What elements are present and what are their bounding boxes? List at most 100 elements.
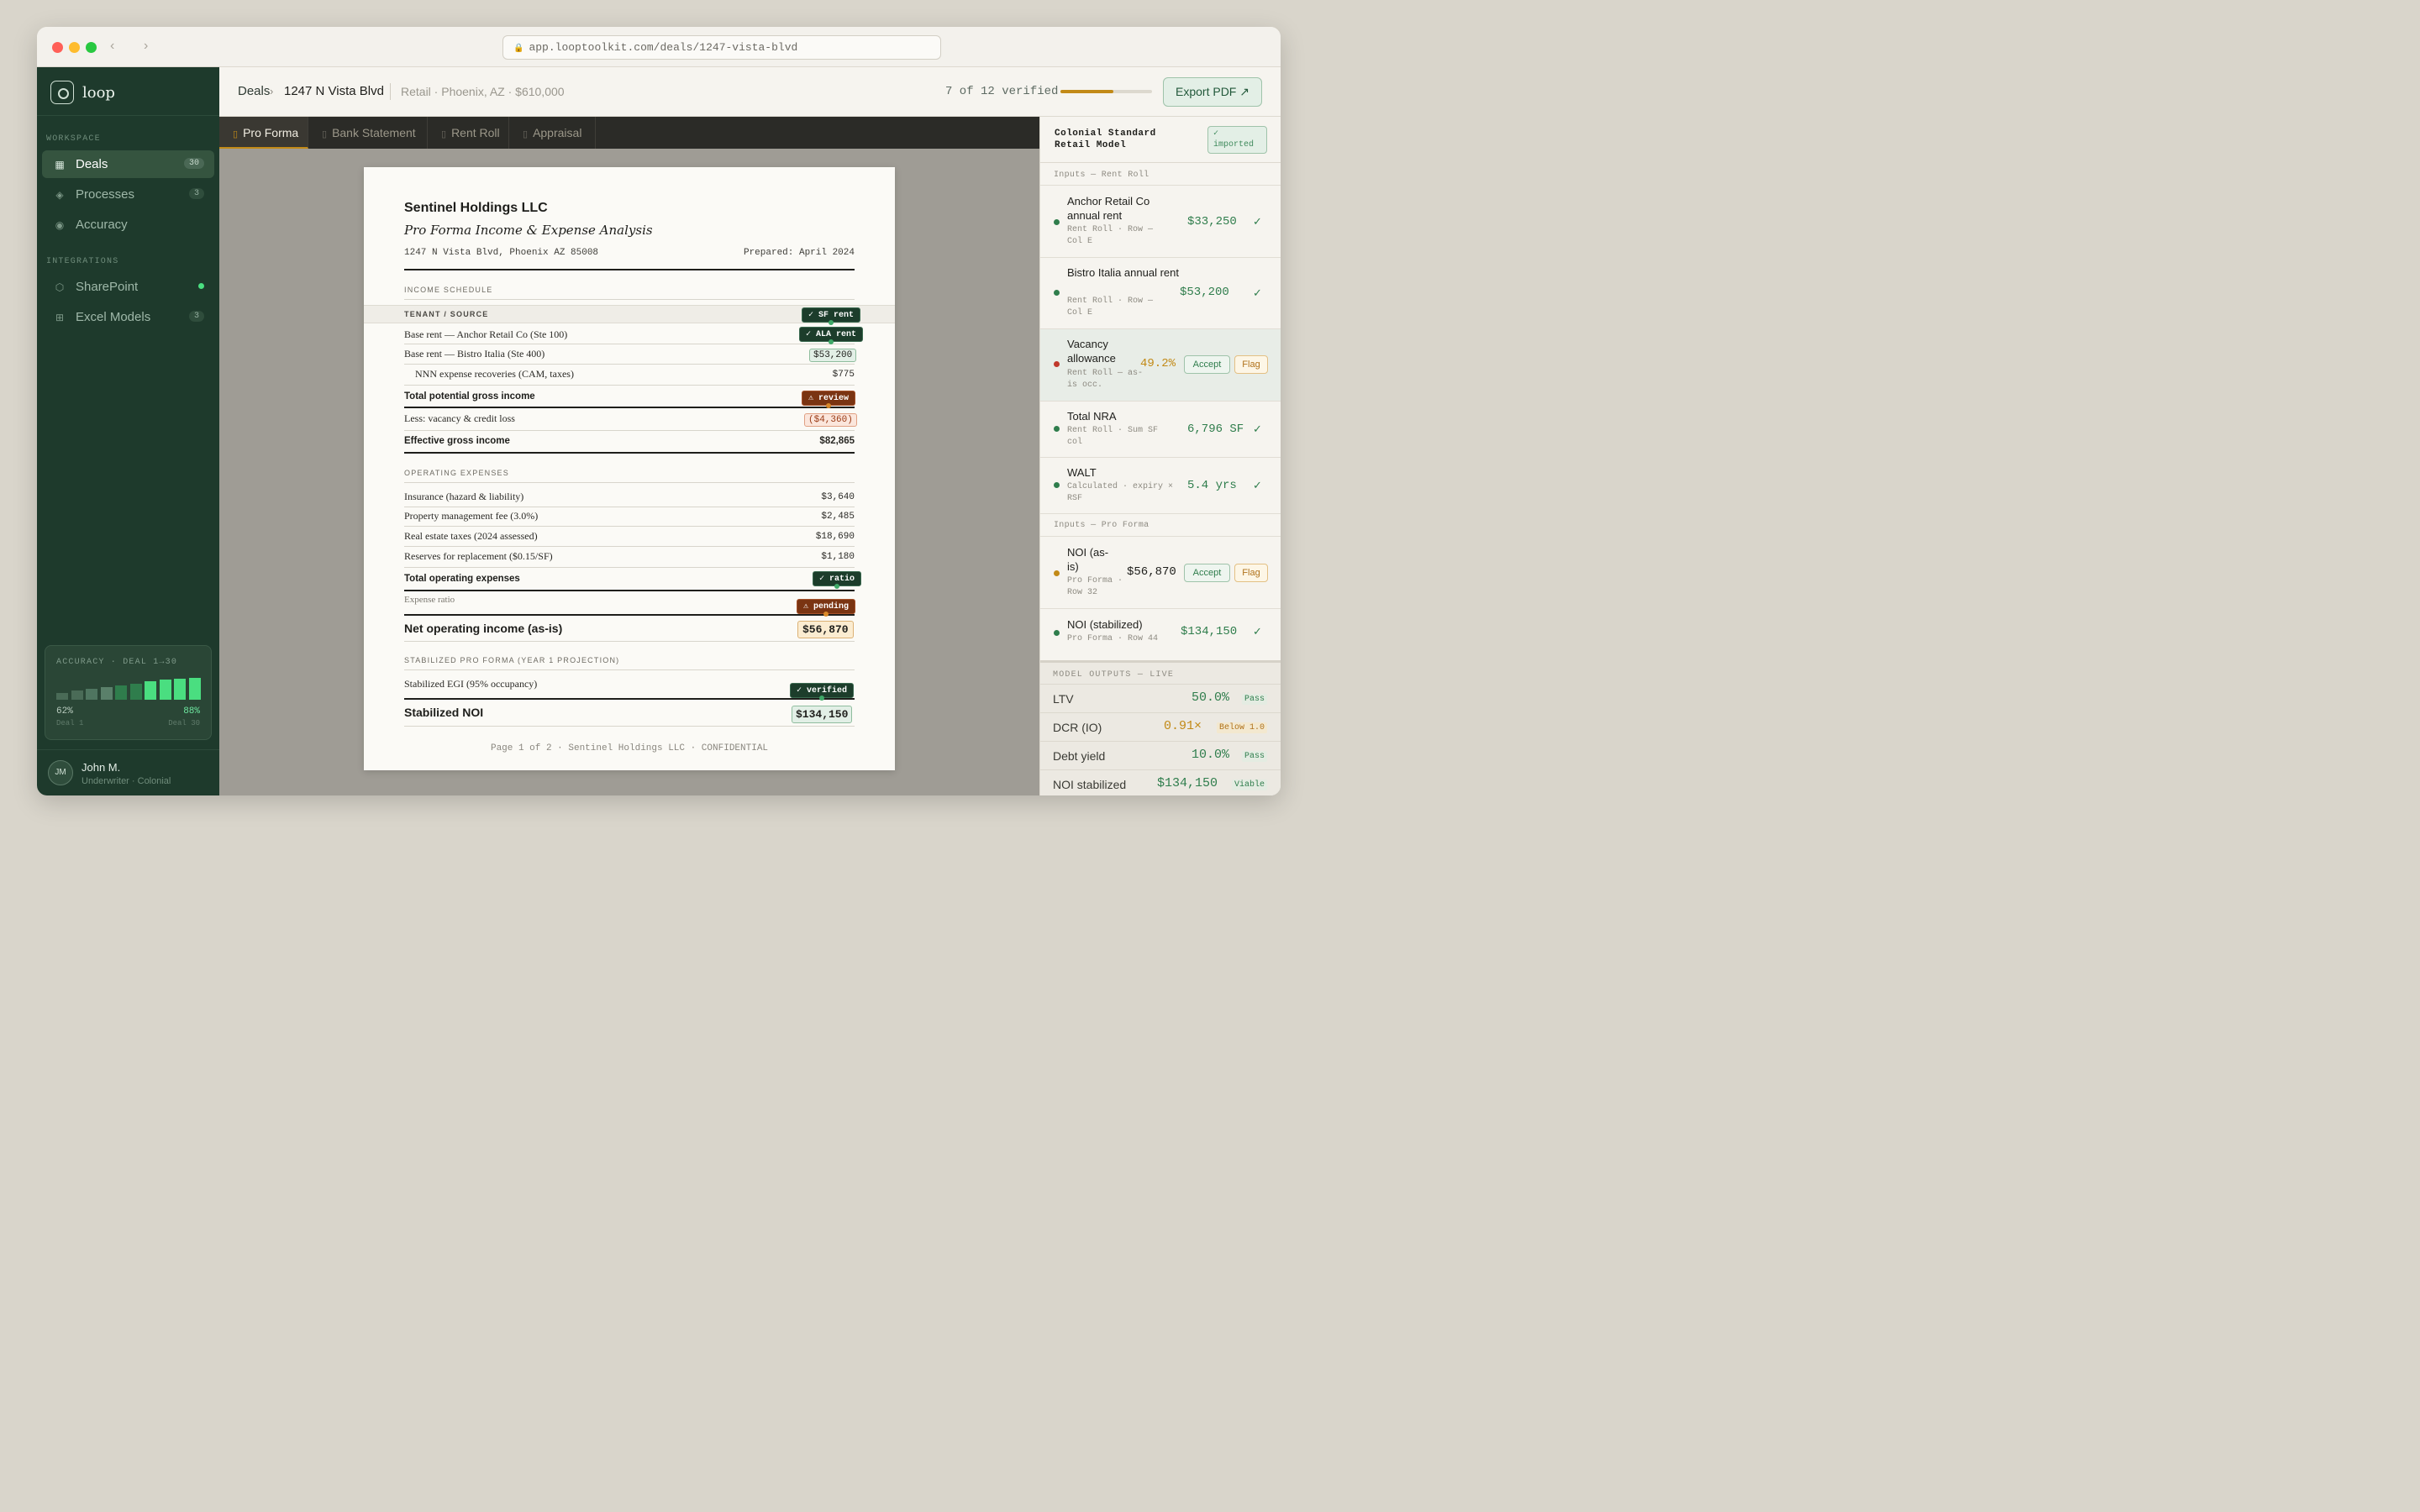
sidebar-item-excel-models[interactable]: ⊞ Excel Models 3 <box>42 303 214 331</box>
url-text: app.looptoolkit.com/deals/1247-vista-blv… <box>529 41 798 54</box>
divider <box>404 614 855 616</box>
input-source: Pro Forma · Row 44 <box>1067 634 1159 643</box>
check-icon: ✓ <box>1253 215 1262 228</box>
divider <box>404 590 855 591</box>
diamond-icon: ◈ <box>55 188 64 201</box>
output-value: 50.0% <box>1192 690 1230 705</box>
document-prepared-date: Prepared: April 2024 <box>743 248 855 258</box>
breadcrumb-current: 1247 N Vista Blvd <box>284 84 384 98</box>
minimize-window-button[interactable] <box>69 42 80 53</box>
document-page: Sentinel Holdings LLC Pro Forma Income &… <box>364 167 895 770</box>
bistro-rent-value[interactable]: $53,200 <box>809 349 857 362</box>
flag-button[interactable]: Flag <box>1234 564 1268 582</box>
rent-roll-inputs-label: Inputs — Rent Roll <box>1054 171 1150 180</box>
ala-rent-chip[interactable]: ✓ ALA rent <box>799 327 864 344</box>
user-role: Underwriter · Colonial <box>82 776 171 786</box>
document-viewer[interactable]: Sentinel Holdings LLC Pro Forma Income &… <box>219 149 1039 795</box>
accuracy-bar <box>71 690 83 700</box>
target-icon: ◉ <box>55 218 65 231</box>
input-value: $56,870 <box>1127 565 1176 579</box>
output-value: 0.91× <box>1164 719 1202 733</box>
app-logo[interactable]: loop <box>50 81 115 104</box>
input-row[interactable]: Total NRA Rent Roll · Sum SF col 6,796 S… <box>1040 401 1281 457</box>
verified-status-dot <box>1054 290 1060 296</box>
document-icon: ▯ <box>322 129 328 139</box>
input-row[interactable]: Bistro Italia annual rent Rent Roll · Ro… <box>1040 257 1281 328</box>
tab-appraisal[interactable]: ▯ Appraisal <box>509 117 596 149</box>
pending-chip[interactable]: ⚠ pending <box>797 599 856 617</box>
loop-logo-icon <box>50 81 74 104</box>
browser-titlebar: ‹ › 🔒 app.looptoolkit.com/deals/1247-vist… <box>37 27 1281 67</box>
divider <box>404 299 855 300</box>
forward-arrow-icon[interactable]: › <box>144 39 148 54</box>
verified-chip[interactable]: ✓ verified <box>790 683 855 701</box>
row-effective-gross-income: Effective gross income <box>404 436 510 446</box>
sidebar-item-processes[interactable]: ◈ Processes 3 <box>42 181 214 208</box>
vacancy-value[interactable]: ($4,360) <box>804 413 857 427</box>
output-row-debt-yield: Debt yield 10.0% Pass <box>1040 741 1281 769</box>
accuracy-start-value: 62% <box>56 706 73 717</box>
chip-label: ✓ verified <box>797 686 848 696</box>
accept-button[interactable]: Accept <box>1184 355 1230 374</box>
close-window-button[interactable] <box>52 42 63 53</box>
chip-label: ✓ ratio <box>819 575 855 584</box>
row-stabilized-noi: Stabilized NOI <box>404 706 484 719</box>
user-profile[interactable]: JM John M. Underwriter · Colonial <box>37 749 219 795</box>
input-name: Anchor Retail Co annual rent <box>1067 195 1150 222</box>
tab-rent-roll[interactable]: ▯ Rent Roll <box>428 117 509 149</box>
management-fee-value: $2,485 <box>821 512 855 522</box>
breadcrumb-separator: › <box>270 85 274 97</box>
divider <box>404 452 855 454</box>
output-label: LTV <box>1053 692 1074 706</box>
sidebar-item-sharepoint[interactable]: ⬡ SharePoint <box>42 273 214 301</box>
flag-button[interactable]: Flag <box>1234 355 1268 374</box>
tab-label: Bank Statement <box>332 126 416 139</box>
table-icon: ⊞ <box>55 311 65 323</box>
ratio-chip[interactable]: ✓ ratio <box>813 571 862 589</box>
workspace-section-label: WORKSPACE <box>46 134 101 144</box>
divider <box>404 269 855 270</box>
input-row[interactable]: Vacancy allowance Rent Roll — as-is occ.… <box>1040 328 1281 401</box>
sf-rent-chip[interactable]: ✓ SF rent <box>802 307 861 325</box>
sidebar-item-accuracy[interactable]: ◉ Accuracy <box>42 211 214 239</box>
chip-pin <box>829 339 834 344</box>
accept-button[interactable]: Accept <box>1184 564 1230 582</box>
breadcrumb-deals[interactable]: Deals <box>238 84 270 98</box>
lock-icon: 🔒 <box>513 45 524 54</box>
stabilized-noi-value[interactable]: $134,150 <box>792 706 853 723</box>
output-row-ltv: LTV 50.0% Pass <box>1040 684 1281 712</box>
divider <box>404 430 855 431</box>
back-arrow-icon[interactable]: ‹ <box>110 39 114 54</box>
chip-pin <box>819 696 825 701</box>
progress-fill <box>1060 90 1114 93</box>
document-icon: ▯ <box>523 129 529 139</box>
address-bar[interactable]: 🔒 app.looptoolkit.com/deals/1247-vista-bl… <box>502 35 941 60</box>
sidebar-item-label: Processes <box>76 187 135 202</box>
review-chip[interactable]: ⚠ review <box>802 391 856 408</box>
row-expense-ratio: Expense ratio <box>404 595 455 605</box>
row-nnn-recoveries: NNN expense recoveries (CAM, taxes) <box>415 368 574 380</box>
sidebar-item-label: SharePoint <box>76 280 139 294</box>
sidebar-item-label: Deals <box>76 157 108 171</box>
input-row[interactable]: NOI (stabilized) Pro Forma · Row 44 $134… <box>1040 608 1281 658</box>
divider <box>404 482 855 483</box>
row-stabilized-egi: Stabilized EGI (95% occupancy) <box>404 678 538 690</box>
noi-value[interactable]: $56,870 <box>797 621 854 638</box>
input-source: Rent Roll — as-is occ. <box>1067 369 1144 390</box>
model-outputs-panel: MODEL OUTPUTS — LIVE LTV 50.0% Pass DCR … <box>1040 660 1281 795</box>
sidebar: loop WORKSPACE ▦ Deals 30 ◈ Processes 3 … <box>37 67 219 795</box>
export-pdf-button[interactable]: Export PDF ↗ <box>1163 77 1262 107</box>
sidebar-item-deals[interactable]: ▦ Deals 30 <box>42 150 214 178</box>
maximize-window-button[interactable] <box>86 42 97 53</box>
check-icon: ✓ <box>1253 625 1262 638</box>
input-source: Rent Roll · Row — Col E <box>1067 225 1154 246</box>
tab-bank-statement[interactable]: ▯ Bank Statement <box>308 117 428 149</box>
input-row[interactable]: Anchor Retail Co annual rent Rent Roll ·… <box>1040 185 1281 257</box>
input-row[interactable]: NOI (as-is) Pro Forma · Row 32 $56,870 A… <box>1040 536 1281 608</box>
row-management-fee: Property management fee (3.0%) <box>404 510 539 522</box>
check-icon: ✓ <box>1253 286 1262 299</box>
input-row[interactable]: WALT Calculated · expiry × RSF 5.4 yrs ✓ <box>1040 457 1281 513</box>
input-source: Rent Roll · Row — Col E <box>1067 297 1154 318</box>
tab-pro-forma[interactable]: ▯ Pro Forma <box>219 117 308 149</box>
deal-meta: Retail · Phoenix, AZ · $610,000 <box>401 85 565 98</box>
